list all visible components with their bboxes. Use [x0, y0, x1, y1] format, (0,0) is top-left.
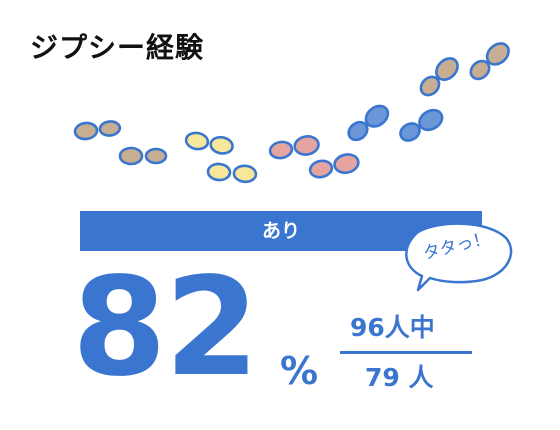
- percent-sign: %: [280, 349, 319, 393]
- footprint-blue-1: [347, 104, 390, 142]
- footprint-tan-4: [469, 42, 510, 81]
- footprint-pink-2: [308, 153, 360, 179]
- footprint-yellow-2: [206, 162, 258, 184]
- footprint-blue-2: [399, 108, 444, 142]
- footprint-tan-2: [118, 146, 168, 166]
- footprint-tan-1: [73, 120, 122, 141]
- fraction-divider: [340, 351, 472, 354]
- total-respondents: 96人中: [350, 313, 435, 342]
- footprints-illustration: [73, 42, 510, 184]
- footprint-yellow-1: [184, 131, 234, 155]
- respondent-count: 79 人: [365, 363, 434, 392]
- percent-value: 82: [72, 249, 259, 407]
- footprint-tan-3: [419, 57, 459, 97]
- footprint-pink-1: [268, 135, 320, 160]
